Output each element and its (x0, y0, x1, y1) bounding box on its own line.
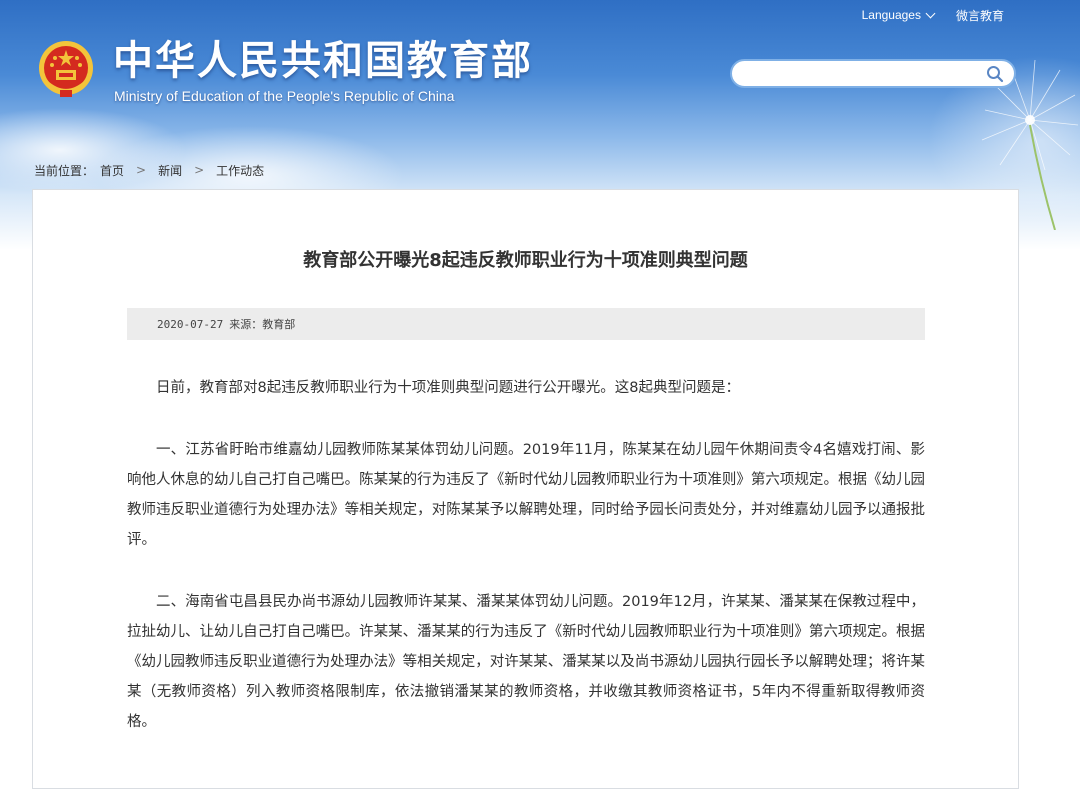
article-paragraph: 二、海南省屯昌县民办尚书源幼儿园教师许某某、潘某某体罚幼儿问题。2019年12月… (127, 594, 925, 730)
breadcrumb-prefix: 当前位置： (34, 163, 95, 178)
chevron-down-icon (925, 8, 936, 19)
article-meta-bar: 2020-07-27 来源： 教育部 (127, 308, 925, 340)
breadcrumb-arrow-icon: > (194, 163, 205, 177)
search-input[interactable] (744, 61, 982, 86)
site-subtitle: Ministry of Education of the People's Re… (114, 88, 455, 104)
article-paragraph: 日前，教育部对8起违反教师职业行为十项准则典型问题进行公开曝光。这8起典型问题是… (156, 380, 740, 396)
article-source: 教育部 (262, 318, 296, 331)
site-title[interactable]: 中华人民共和国教育部 (113, 36, 533, 86)
languages-menu[interactable]: Languages (861, 8, 936, 22)
article-paragraph: 一、江苏省盱眙市维嘉幼儿园教师陈某某体罚幼儿问题。2019年11月，陈某某在幼儿… (127, 442, 925, 548)
national-emblem-icon (39, 41, 93, 97)
search-box (730, 59, 1016, 88)
breadcrumb-news[interactable]: 新闻 (158, 162, 182, 179)
languages-label: Languages (861, 8, 921, 22)
weibo-link[interactable]: 微言教育 (956, 7, 1004, 24)
article-date: 2020-07-27 (157, 317, 224, 331)
breadcrumb-home[interactable]: 首页 (100, 162, 124, 179)
top-links: Languages 微言教育 (862, 6, 1004, 24)
content-panel: 教育部公开曝光8起违反教师职业行为十项准则典型问题 2020-07-27 来源：… (32, 189, 1019, 789)
search-icon (987, 65, 1004, 82)
article-body: 日前，教育部对8起违反教师职业行为十项准则典型问题进行公开曝光。这8起典型问题是… (127, 373, 925, 769)
search-button[interactable] (982, 61, 1008, 87)
breadcrumb-arrow-icon: > (136, 163, 147, 177)
article-title: 教育部公开曝光8起违反教师职业行为十项准则典型问题 (303, 250, 748, 271)
breadcrumb-work-news[interactable]: 工作动态 (216, 162, 264, 179)
article-source-label: 来源： (229, 318, 263, 331)
breadcrumb: 当前位置： 首页 > 新闻 > 工作动态 (34, 161, 264, 179)
